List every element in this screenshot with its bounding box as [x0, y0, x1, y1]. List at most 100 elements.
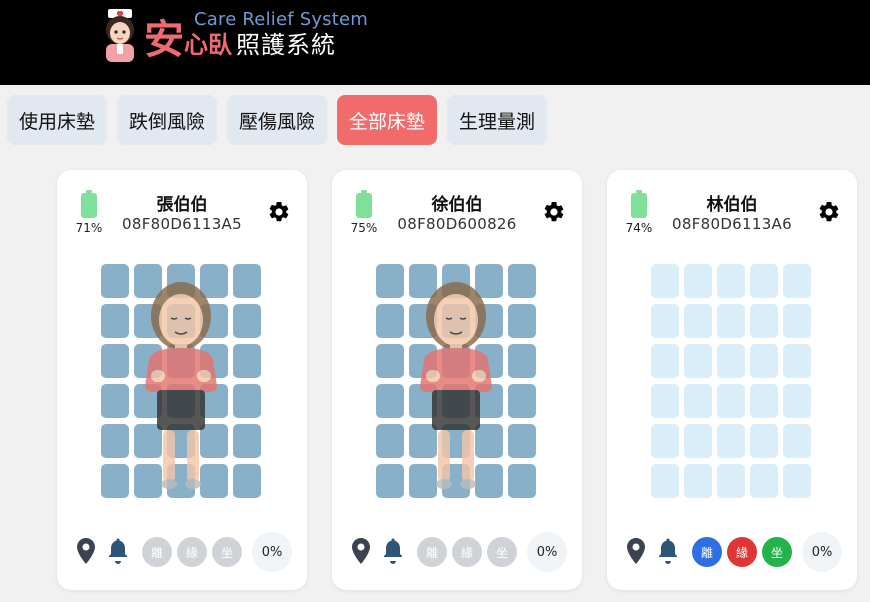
sensor-cell	[750, 304, 778, 338]
sensor-cell	[134, 344, 162, 378]
mattress-card[interactable]: 75% 徐伯伯 08F80D600826 離緣坐 0%	[332, 170, 582, 590]
card-footer: 離緣坐 0%	[77, 532, 297, 572]
sensor-cell	[508, 304, 536, 338]
sensor-cell	[134, 464, 162, 498]
pressure-sensor-grid	[376, 264, 540, 500]
sensor-cell	[475, 384, 503, 418]
sensor-cell	[101, 424, 129, 458]
sensor-cell	[200, 344, 228, 378]
logo-chinese-title: 安 心臥 照護系統	[144, 18, 336, 62]
tab-pressure-risk[interactable]: 壓傷風險	[227, 95, 327, 145]
sensor-cell	[134, 304, 162, 338]
sensor-cell	[475, 344, 503, 378]
sensor-cell	[134, 424, 162, 458]
sensor-cell	[475, 464, 503, 498]
sensor-cell	[376, 384, 404, 418]
sensor-cell	[134, 264, 162, 298]
sensor-cell	[651, 344, 679, 378]
sensor-cell	[442, 264, 470, 298]
sensor-cell	[200, 264, 228, 298]
tab-fall-risk[interactable]: 跌倒風險	[117, 95, 217, 145]
status-badge: 緣	[727, 537, 757, 567]
pressure-sensor-grid	[651, 264, 815, 500]
card-footer: 離緣坐 0%	[627, 532, 847, 572]
status-badge: 離	[692, 537, 722, 567]
sensor-cell	[233, 264, 261, 298]
sensor-cell	[167, 344, 195, 378]
sensor-cell	[233, 344, 261, 378]
gear-icon[interactable]	[267, 200, 291, 224]
sensor-cell	[717, 424, 745, 458]
sensor-cell	[409, 264, 437, 298]
pressure-percent: 0%	[527, 532, 567, 572]
status-badge: 坐	[762, 537, 792, 567]
sensor-cell	[200, 424, 228, 458]
sensor-cell	[750, 384, 778, 418]
sensor-cell	[651, 304, 679, 338]
sensor-cell	[233, 384, 261, 418]
sensor-cell	[442, 304, 470, 338]
sensor-cell	[651, 264, 679, 298]
sensor-cell	[783, 304, 811, 338]
bell-icon[interactable]	[656, 538, 680, 564]
sensor-cell	[233, 424, 261, 458]
location-pin-icon[interactable]	[627, 538, 645, 564]
status-badge: 坐	[487, 537, 517, 567]
filter-tabs: 使用床墊 跌倒風險 壓傷風險 全部床墊 生理量測	[7, 95, 547, 145]
sensor-cell	[750, 424, 778, 458]
sensor-cell	[717, 304, 745, 338]
tab-vital-signs[interactable]: 生理量測	[447, 95, 547, 145]
sensor-cell	[376, 344, 404, 378]
top-header: Care Relief System 安 心臥 照護系統	[0, 0, 870, 85]
location-pin-icon[interactable]	[77, 538, 95, 564]
sensor-cell	[651, 464, 679, 498]
sensor-cell	[376, 424, 404, 458]
tab-in-use-mattress[interactable]: 使用床墊	[7, 95, 107, 145]
sensor-cell	[684, 424, 712, 458]
sensor-cell	[101, 264, 129, 298]
sensor-cell	[200, 464, 228, 498]
card-footer: 離緣坐 0%	[352, 532, 572, 572]
sensor-cell	[717, 344, 745, 378]
gear-icon[interactable]	[542, 200, 566, 224]
sensor-cell	[167, 464, 195, 498]
tab-all-mattresses[interactable]: 全部床墊	[337, 95, 437, 145]
sensor-cell	[233, 304, 261, 338]
bell-icon[interactable]	[106, 538, 130, 564]
sensor-cell	[101, 344, 129, 378]
sensor-cell	[651, 424, 679, 458]
sensor-cell	[167, 424, 195, 458]
nurse-logo-icon	[106, 9, 134, 62]
mattress-card[interactable]: 74% 林伯伯 08F80D6113A6 離緣坐 0%	[607, 170, 857, 590]
gear-icon[interactable]	[817, 200, 841, 224]
location-pin-icon[interactable]	[352, 538, 370, 564]
sensor-cell	[101, 304, 129, 338]
sensor-cell	[167, 264, 195, 298]
sensor-cell	[684, 264, 712, 298]
sensor-cell	[783, 344, 811, 378]
bell-icon[interactable]	[381, 538, 405, 564]
sensor-cell	[783, 424, 811, 458]
sensor-cell	[783, 464, 811, 498]
status-badge: 坐	[212, 537, 242, 567]
sensor-cell	[475, 424, 503, 458]
pressure-sensor-grid	[101, 264, 265, 500]
logo-char-mid: 心臥	[184, 31, 232, 59]
sensor-cell	[783, 264, 811, 298]
sensor-cell	[134, 384, 162, 418]
sensor-cell	[508, 344, 536, 378]
sensor-cell	[651, 384, 679, 418]
sensor-cell	[409, 424, 437, 458]
sensor-cell	[409, 304, 437, 338]
sensor-cell	[717, 464, 745, 498]
mattress-card[interactable]: 71% 張伯伯 08F80D6113A5 離緣坐 0%	[57, 170, 307, 590]
sensor-cell	[508, 424, 536, 458]
sensor-cell	[409, 384, 437, 418]
status-badge: 離	[417, 537, 447, 567]
sensor-cell	[684, 384, 712, 418]
sensor-cell	[200, 384, 228, 418]
sensor-cell	[475, 304, 503, 338]
sensor-cell	[200, 304, 228, 338]
sensor-cell	[376, 464, 404, 498]
status-badge: 緣	[452, 537, 482, 567]
